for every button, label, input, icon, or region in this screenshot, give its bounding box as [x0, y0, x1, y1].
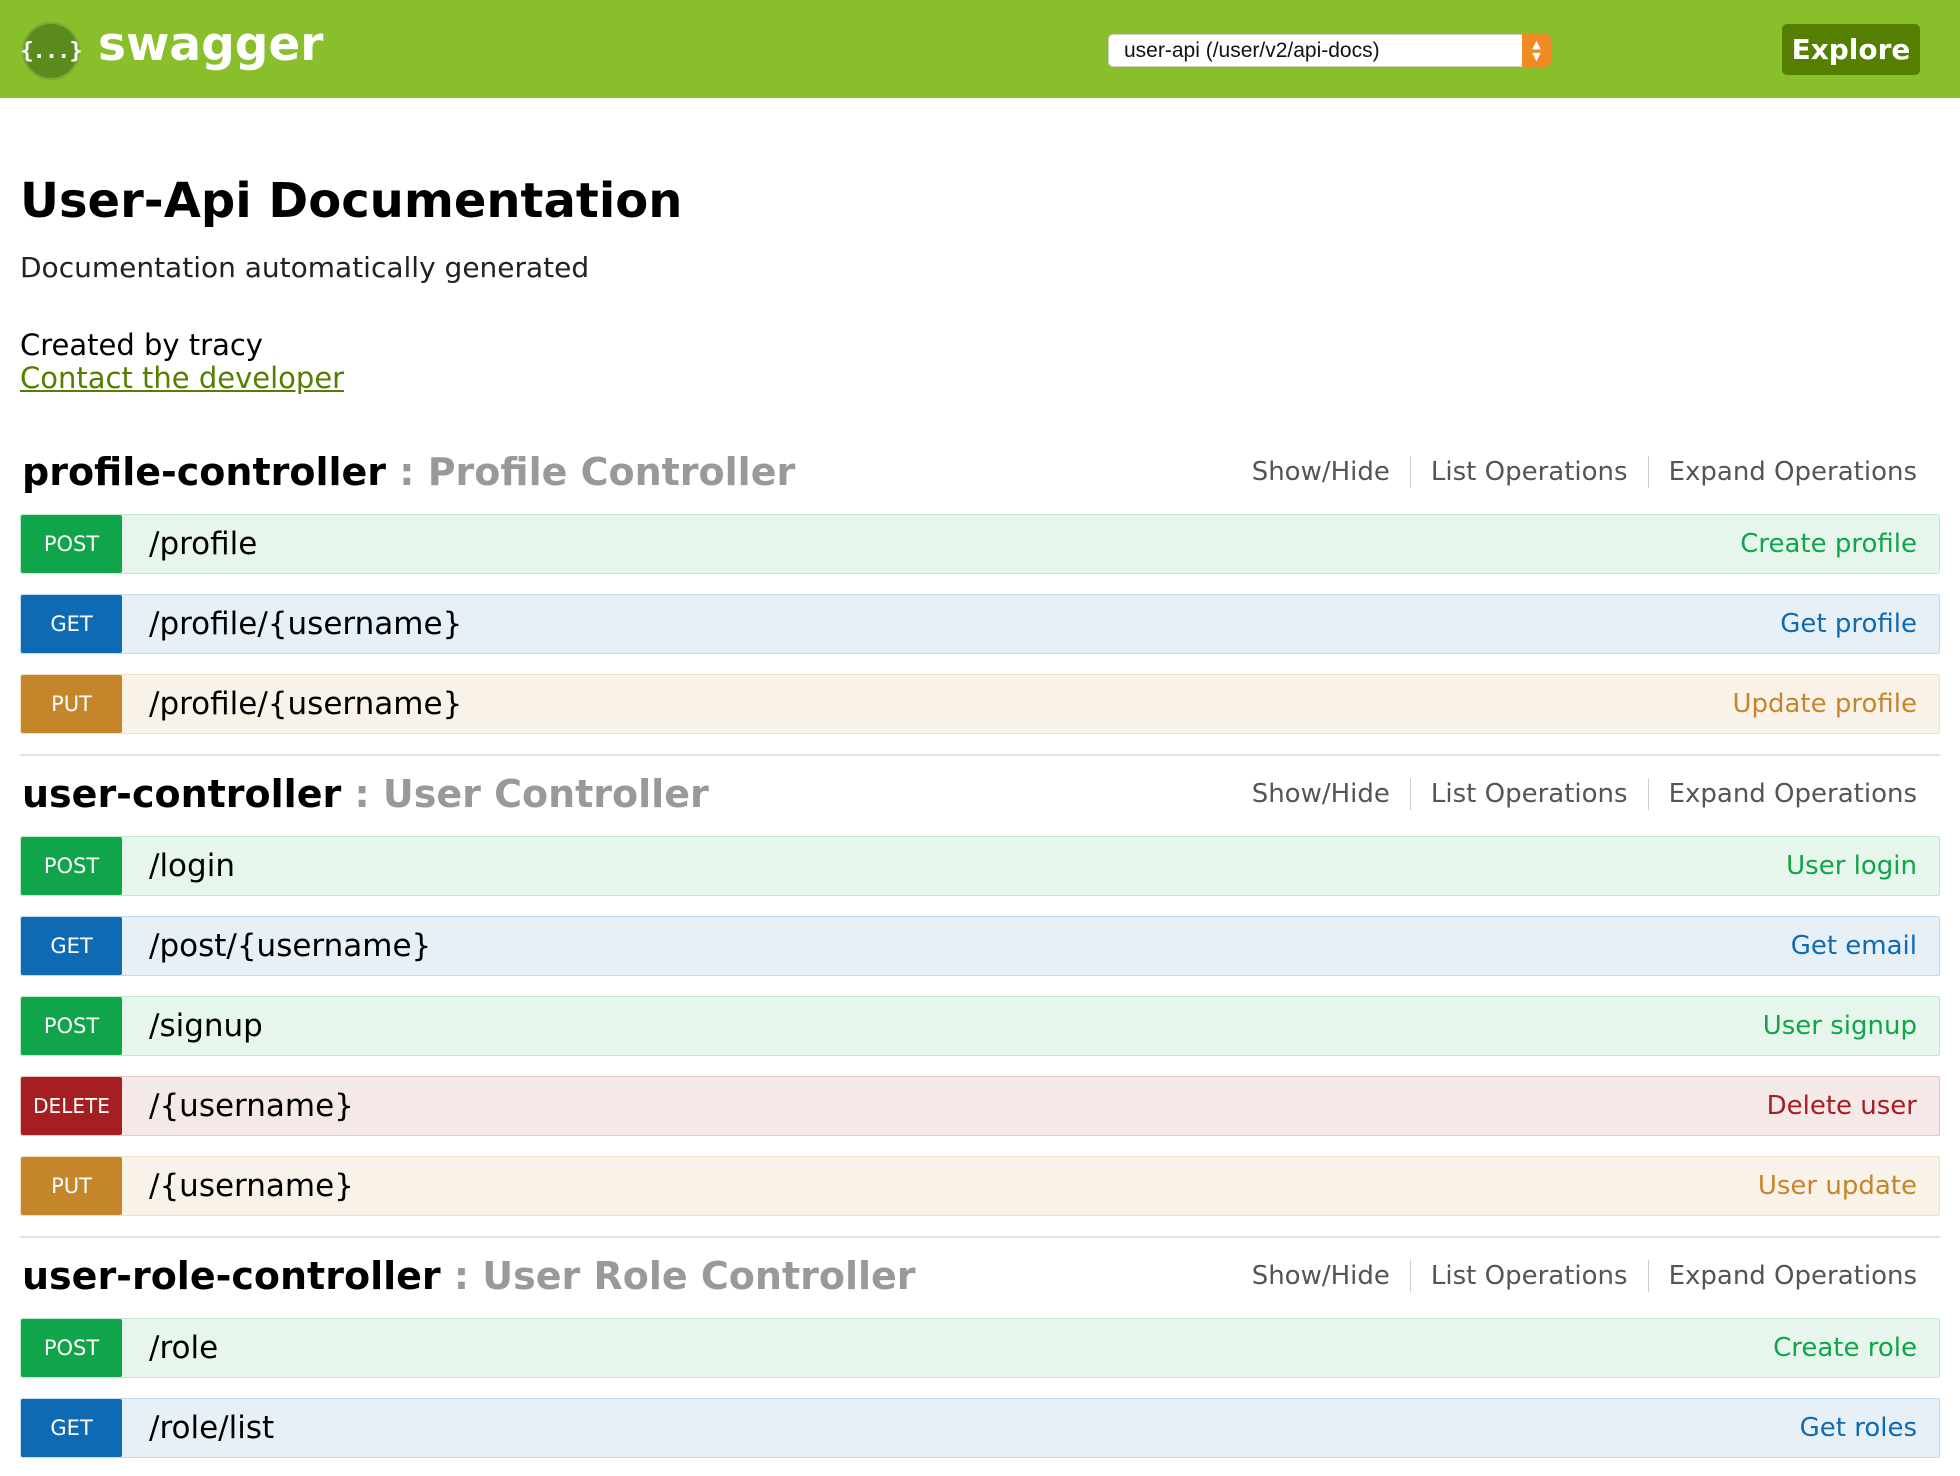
- expand-operations-link[interactable]: Expand Operations: [1649, 456, 1917, 488]
- page-title: User-Api Documentation: [20, 173, 683, 229]
- endpoint-summary[interactable]: Create role: [1773, 1319, 1917, 1377]
- list-operations-link[interactable]: List Operations: [1411, 456, 1648, 488]
- expand-operations-link[interactable]: Expand Operations: [1649, 1260, 1917, 1292]
- select-arrows-icon[interactable]: ▲ ▼: [1522, 34, 1551, 67]
- endpoint-row[interactable]: POST /signup User signup: [20, 996, 1940, 1056]
- endpoint-summary[interactable]: Get email: [1791, 917, 1917, 975]
- method-badge[interactable]: GET: [21, 917, 122, 975]
- endpoint-summary[interactable]: Update profile: [1732, 675, 1917, 733]
- method-badge[interactable]: POST: [21, 1319, 122, 1377]
- controller-operations: Show/Hide List Operations Expand Operati…: [1232, 1248, 1917, 1304]
- endpoint-row[interactable]: POST /role Create role: [20, 1318, 1940, 1378]
- endpoint-row[interactable]: PUT /{username} User update: [20, 1156, 1940, 1216]
- section-divider: [20, 1236, 1940, 1238]
- api-definition-select[interactable]: user-api (/user/v2/api-docs) ▲ ▼: [1108, 34, 1551, 67]
- endpoint-row[interactable]: GET /role/list Get roles: [20, 1398, 1940, 1458]
- endpoint-row[interactable]: GET /profile/{username} Get profile: [20, 594, 1940, 654]
- endpoint-summary[interactable]: User update: [1758, 1157, 1917, 1215]
- method-badge[interactable]: PUT: [21, 1157, 122, 1215]
- top-bar: {...} swagger user-api (/user/v2/api-doc…: [0, 0, 1960, 98]
- controller-section-profile: profile-controller : Profile Controller …: [20, 444, 1940, 756]
- method-badge[interactable]: GET: [21, 595, 122, 653]
- controller-name[interactable]: profile-controller: [22, 450, 386, 494]
- endpoint-row[interactable]: GET /post/{username} Get email: [20, 916, 1940, 976]
- section-divider: [20, 754, 1940, 756]
- endpoint-path[interactable]: /signup: [149, 997, 263, 1055]
- api-select-value: user-api (/user/v2/api-docs): [1124, 39, 1380, 62]
- controller-heading[interactable]: user-controller : User Controller: [22, 766, 709, 822]
- endpoint-summary[interactable]: Get roles: [1800, 1399, 1917, 1457]
- controller-section-user-role: user-role-controller : User Role Control…: [20, 1248, 1940, 1468]
- controller-name[interactable]: user-role-controller: [22, 1254, 441, 1298]
- controller-description: : User Controller: [341, 772, 709, 816]
- controller-description: : User Role Controller: [440, 1254, 916, 1298]
- controller-heading[interactable]: user-role-controller : User Role Control…: [22, 1248, 916, 1304]
- contact-developer-link[interactable]: Contact the developer: [20, 358, 344, 398]
- controller-name[interactable]: user-controller: [22, 772, 341, 816]
- controller-operations: Show/Hide List Operations Expand Operati…: [1232, 766, 1917, 822]
- endpoint-path[interactable]: /profile: [149, 515, 257, 573]
- endpoint-summary[interactable]: Get profile: [1780, 595, 1917, 653]
- endpoint-path[interactable]: /profile/{username}: [149, 675, 462, 733]
- endpoint-summary[interactable]: Create profile: [1740, 515, 1917, 573]
- method-badge[interactable]: POST: [21, 515, 122, 573]
- list-operations-link[interactable]: List Operations: [1411, 1260, 1648, 1292]
- show-hide-link[interactable]: Show/Hide: [1232, 1260, 1410, 1292]
- endpoint-path[interactable]: /role/list: [149, 1399, 274, 1457]
- method-badge[interactable]: POST: [21, 997, 122, 1055]
- swagger-logo-text[interactable]: swagger: [98, 16, 323, 74]
- endpoint-summary[interactable]: User signup: [1763, 997, 1917, 1055]
- endpoint-path[interactable]: /role: [149, 1319, 218, 1377]
- endpoint-path[interactable]: /login: [149, 837, 235, 895]
- endpoint-row[interactable]: DELETE /{username} Delete user: [20, 1076, 1940, 1136]
- list-operations-link[interactable]: List Operations: [1411, 778, 1648, 810]
- endpoint-row[interactable]: PUT /profile/{username} Update profile: [20, 674, 1940, 734]
- method-badge[interactable]: GET: [21, 1399, 122, 1457]
- api-description: Documentation automatically generated: [20, 251, 590, 284]
- endpoint-row[interactable]: POST /login User login: [20, 836, 1940, 896]
- endpoint-summary[interactable]: Delete user: [1767, 1077, 1917, 1135]
- endpoint-path[interactable]: /{username}: [149, 1077, 354, 1135]
- show-hide-link[interactable]: Show/Hide: [1232, 778, 1410, 810]
- method-badge[interactable]: POST: [21, 837, 122, 895]
- endpoint-path[interactable]: /post/{username}: [149, 917, 431, 975]
- controller-operations: Show/Hide List Operations Expand Operati…: [1232, 444, 1917, 500]
- controller-heading[interactable]: profile-controller : Profile Controller: [22, 444, 795, 500]
- swagger-logo-icon[interactable]: {...}: [20, 22, 83, 80]
- explore-button[interactable]: Explore: [1782, 24, 1920, 75]
- method-badge[interactable]: DELETE: [21, 1077, 122, 1135]
- controller-description: : Profile Controller: [386, 450, 796, 494]
- endpoint-path[interactable]: /{username}: [149, 1157, 354, 1215]
- method-badge[interactable]: PUT: [21, 675, 122, 733]
- endpoint-row[interactable]: POST /profile Create profile: [20, 514, 1940, 574]
- endpoint-path[interactable]: /profile/{username}: [149, 595, 462, 653]
- expand-operations-link[interactable]: Expand Operations: [1649, 778, 1917, 810]
- controller-section-user: user-controller : User Controller Show/H…: [20, 766, 1940, 1238]
- show-hide-link[interactable]: Show/Hide: [1232, 456, 1410, 488]
- endpoint-summary[interactable]: User login: [1786, 837, 1917, 895]
